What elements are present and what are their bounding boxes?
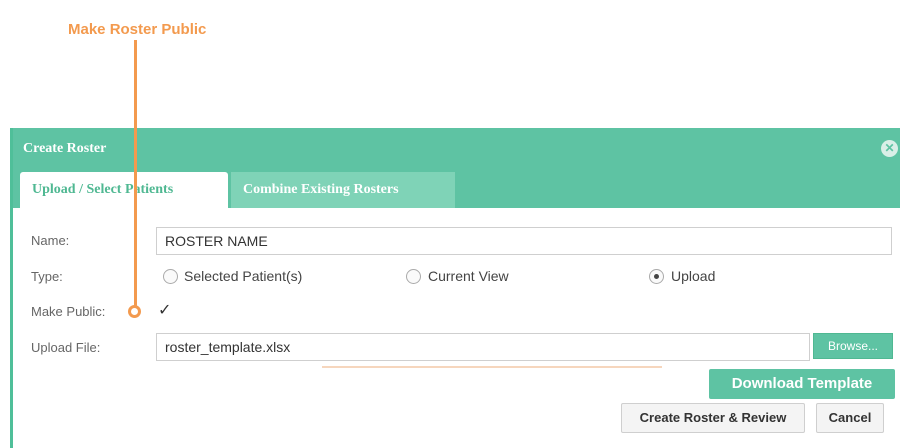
dialog-header: Create Roster ✕ <box>13 128 900 170</box>
annotation-callout-line <box>134 40 137 308</box>
type-label: Type: <box>31 269 63 284</box>
annotation-callout-dot <box>128 305 141 318</box>
create-roster-review-button[interactable]: Create Roster & Review <box>621 403 805 433</box>
radio-current-view[interactable] <box>406 269 421 284</box>
tab-upload-select-patients[interactable]: Upload / Select Patients <box>20 172 228 208</box>
tab-combine-existing-rosters[interactable]: Combine Existing Rosters <box>231 172 455 208</box>
cancel-button[interactable]: Cancel <box>816 403 884 433</box>
radio-selected-patients-label: Selected Patient(s) <box>184 268 303 284</box>
upload-file-input[interactable]: roster_template.xlsx <box>156 333 810 361</box>
radio-upload-label: Upload <box>671 268 716 284</box>
radio-upload[interactable] <box>649 269 664 284</box>
dialog-title: Create Roster <box>23 141 107 156</box>
close-icon[interactable]: ✕ <box>881 140 898 157</box>
download-template-button[interactable]: Download Template <box>709 369 895 399</box>
name-input[interactable]: ROSTER NAME <box>156 227 892 255</box>
radio-current-view-label: Current View <box>428 268 509 284</box>
radio-selected-patients[interactable] <box>163 269 178 284</box>
browse-button[interactable]: Browse... <box>813 333 893 359</box>
annotation-callout-label: Make Roster Public <box>68 21 207 38</box>
make-public-label: Make Public: <box>31 304 106 319</box>
upload-file-label: Upload File: <box>31 340 101 355</box>
tab-bar: Upload / Select Patients Combine Existin… <box>13 170 900 208</box>
make-public-checkbox[interactable]: ✓ <box>158 300 171 320</box>
name-label: Name: <box>31 233 70 248</box>
create-roster-dialog: Create Roster ✕ Upload / Select Patients… <box>10 128 900 448</box>
decorative-underline <box>322 366 662 368</box>
